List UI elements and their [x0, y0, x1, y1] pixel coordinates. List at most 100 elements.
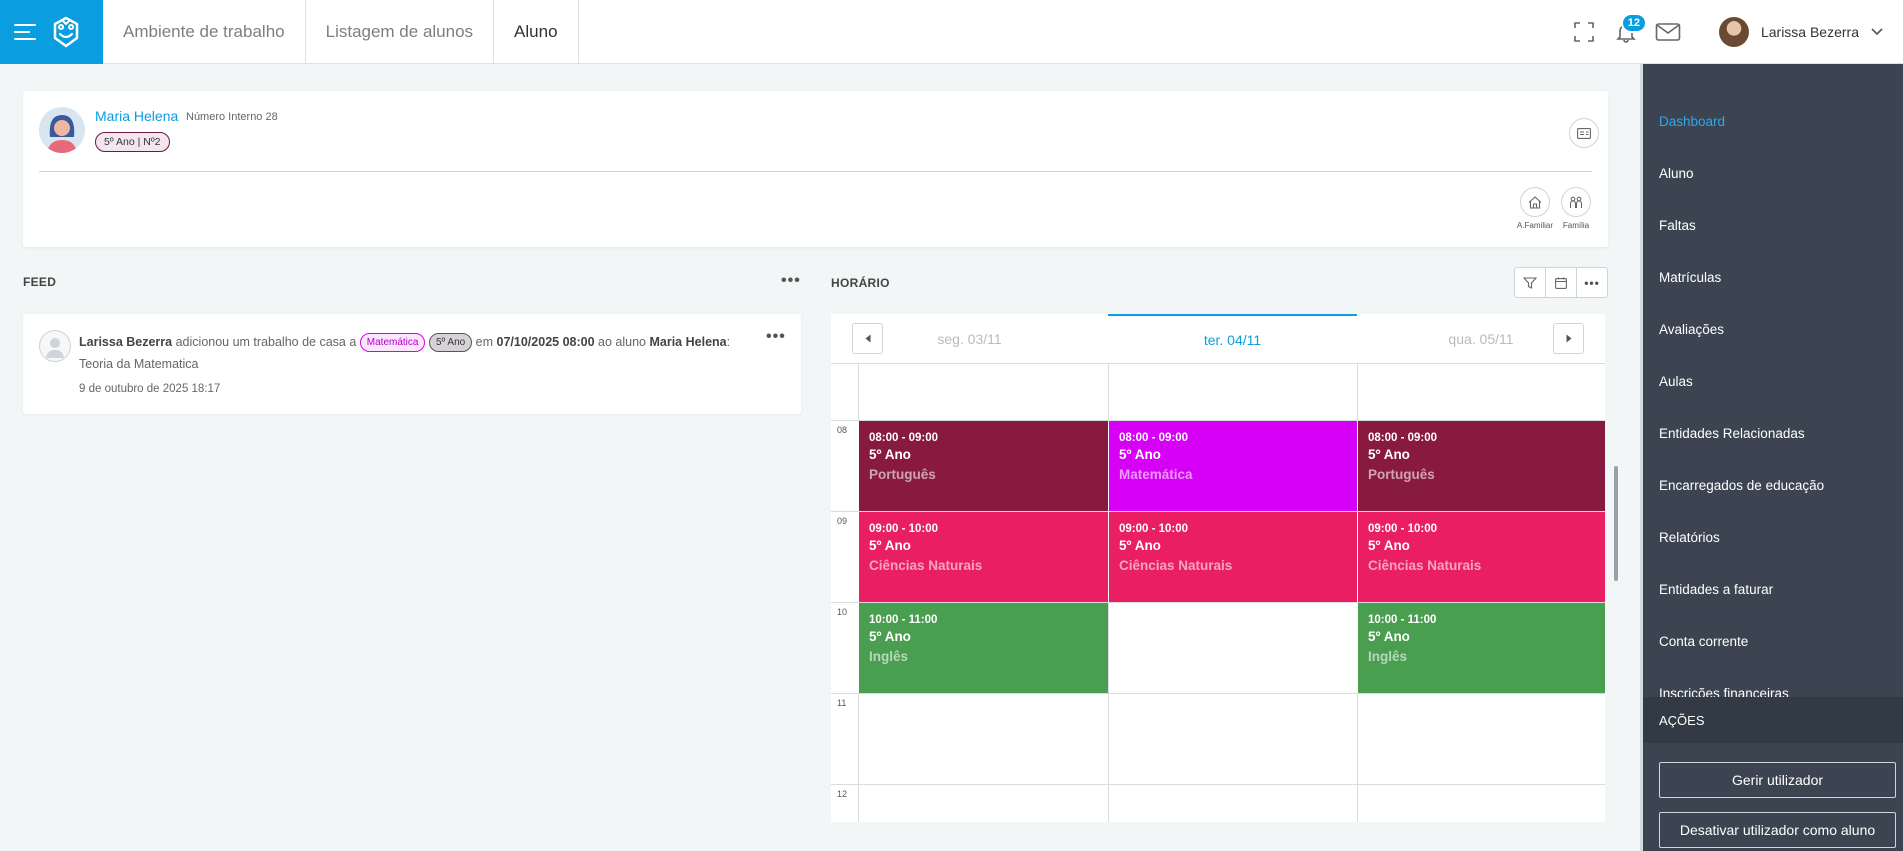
sidebar-item-aulas[interactable]: Aulas [1643, 355, 1903, 407]
breadcrumb-student[interactable]: Aluno [494, 0, 579, 63]
calendar-icon [1555, 277, 1567, 289]
student-name-link[interactable]: Maria Helena [95, 108, 178, 124]
feed-item-options-icon[interactable]: ••• [766, 328, 786, 346]
hour-label: 09 [837, 516, 848, 526]
lesson-subject: Inglês [869, 649, 909, 664]
lesson-time: 09:00 - 10:00 [1119, 523, 1189, 535]
lesson-subject: Ciências Naturais [1368, 558, 1482, 573]
menu-icon[interactable] [14, 24, 36, 40]
lesson-block[interactable]: 08:00 - 09:00 5º Ano Português [858, 421, 1108, 511]
user-avatar [1718, 16, 1749, 47]
lesson-class: 5º Ano [869, 538, 911, 553]
student-card: Maria Helena Número Interno 28 5º Ano | … [23, 91, 1608, 247]
hour-line [831, 693, 1605, 694]
right-sidebar: Dashboard Aluno Faltas Matrículas Avalia… [1643, 64, 1903, 851]
card-divider [39, 171, 1592, 172]
id-card-icon [1577, 127, 1591, 139]
family-label: Família [1562, 221, 1590, 230]
lesson-time: 08:00 - 09:00 [869, 432, 939, 444]
feed-title: FEED [23, 275, 57, 289]
feed-on: em [475, 335, 494, 349]
lesson-subject: Português [869, 467, 936, 482]
feed-item: Larissa Bezerra adicionou um trabalho de… [23, 314, 801, 414]
sidebar-item-aluno[interactable]: Aluno [1643, 147, 1903, 199]
feed-author: Larissa Bezerra [79, 335, 173, 349]
household-button[interactable] [1520, 187, 1550, 217]
top-actions: 12 Larissa Bezerra [1559, 0, 1903, 63]
sidebar-item-entidades-relacionadas[interactable]: Entidades Relacionadas [1643, 407, 1903, 459]
home-icon [1528, 195, 1542, 209]
feed-action: adicionou um trabalho de casa a [175, 335, 357, 349]
notifications-badge: 12 [1620, 12, 1647, 33]
sidebar-item-matriculas[interactable]: Matrículas [1643, 251, 1903, 303]
class-tag: 5º Ano [428, 333, 473, 353]
day-label: ter. 04/11 [1203, 331, 1262, 348]
sidebar-item-dashboard[interactable]: Dashboard [1643, 95, 1903, 147]
feed-timestamp: 9 de outubro de 2025 18:17 [79, 383, 221, 395]
day-label: seg. 03/11 [937, 330, 1002, 347]
lesson-block[interactable]: 09:00 - 10:00 5º Ano Ciências Naturais [1108, 512, 1357, 602]
caret-right-icon [1566, 334, 1571, 343]
lesson-class: 5º Ano [1119, 447, 1161, 462]
sidebar-item-encarregados[interactable]: Encarregados de educação [1643, 459, 1903, 511]
breadcrumb-student-list[interactable]: Listagem de alunos [306, 0, 495, 63]
deactivate-student-user-button[interactable]: Desativar utilizador como aluno [1659, 812, 1896, 848]
next-day-button[interactable] [1553, 323, 1584, 354]
hour-label: 11 [837, 698, 847, 708]
previous-day-button[interactable] [852, 323, 883, 354]
lesson-block[interactable]: 08:00 - 09:00 5º Ano Português [1357, 421, 1605, 511]
filter-button[interactable] [1515, 268, 1546, 297]
lesson-class: 5º Ano [1119, 538, 1161, 553]
top-bar: Ambiente de trabalho Listagem de alunos … [0, 0, 1903, 64]
caret-left-icon [865, 334, 870, 343]
messages-envelope-icon[interactable] [1651, 15, 1685, 49]
subject-tag: Matemática [359, 333, 426, 353]
hour-label: 12 [837, 789, 848, 799]
lesson-block[interactable]: 10:00 - 11:00 5º Ano Inglês [858, 603, 1108, 693]
student-avatar [39, 107, 85, 153]
chevron-down-icon [1871, 27, 1883, 35]
user-menu[interactable]: Larissa Bezerra [1718, 16, 1883, 47]
sidebar-item-conta-corrente[interactable]: Conta corrente [1643, 615, 1903, 667]
lesson-time: 08:00 - 09:00 [1368, 432, 1438, 444]
lesson-block[interactable]: 09:00 - 10:00 5º Ano Ciências Naturais [1357, 512, 1605, 602]
page-scrollbar-thumb[interactable] [1614, 466, 1618, 581]
sidebar-nav: Dashboard Aluno Faltas Matrículas Avalia… [1643, 64, 1903, 698]
family-button[interactable] [1561, 187, 1591, 217]
notifications-bell-icon[interactable]: 12 [1609, 12, 1647, 49]
actions-title: AÇÕES [1643, 697, 1903, 743]
feed-colon: : [726, 335, 731, 349]
lesson-subject: Matemática [1119, 467, 1193, 482]
lesson-time: 10:00 - 11:00 [869, 614, 938, 626]
sidebar-item-entidades-faturar[interactable]: Entidades a faturar [1643, 563, 1903, 615]
fullscreen-icon[interactable] [1567, 15, 1601, 49]
feed-datetime: 07/10/2025 08:00 [496, 335, 595, 349]
sidebar-item-avaliacoes[interactable]: Avaliações [1643, 303, 1903, 355]
hour-label: 10 [837, 607, 848, 617]
lesson-block[interactable]: 10:00 - 11:00 5º Ano Inglês [1357, 603, 1605, 693]
breadcrumb-workspace[interactable]: Ambiente de trabalho [103, 0, 306, 63]
lesson-block[interactable]: 08:00 - 09:00 5º Ano Matemática [1108, 421, 1357, 511]
lesson-time: 09:00 - 10:00 [869, 523, 939, 535]
lesson-subject: Ciências Naturais [869, 558, 983, 573]
schedule-title: HORÁRIO [831, 276, 890, 290]
student-class-badge: 5º Ano | Nº2 [95, 132, 170, 152]
feed-to-student: ao aluno [598, 335, 646, 349]
sidebar-item-inscricoes[interactable]: Inscrições financeiras [1643, 667, 1903, 698]
feed-item-text: Larissa Bezerra adicionou um trabalho de… [79, 331, 769, 375]
feed-homework-title: Teoria da Matematica [79, 357, 199, 371]
sidebar-item-faltas[interactable]: Faltas [1643, 199, 1903, 251]
filter-icon [1523, 276, 1537, 289]
day-header-tue[interactable]: ter. 04/11 [1108, 314, 1357, 364]
feed-more-options-icon[interactable]: ••• [781, 272, 801, 290]
lesson-block[interactable]: 09:00 - 10:00 5º Ano Ciências Naturais [858, 512, 1108, 602]
lesson-subject: Português [1368, 467, 1435, 482]
lesson-subject: Ciências Naturais [1119, 558, 1233, 573]
manage-user-button[interactable]: Gerir utilizador [1659, 762, 1896, 798]
lesson-subject: Inglês [1368, 649, 1408, 664]
student-id-card-button[interactable] [1569, 118, 1599, 148]
app-logo-icon[interactable] [50, 14, 82, 50]
sidebar-item-relatorios[interactable]: Relatórios [1643, 511, 1903, 563]
schedule-more-options-icon[interactable]: ••• [1577, 268, 1607, 297]
calendar-button[interactable] [1546, 268, 1577, 297]
